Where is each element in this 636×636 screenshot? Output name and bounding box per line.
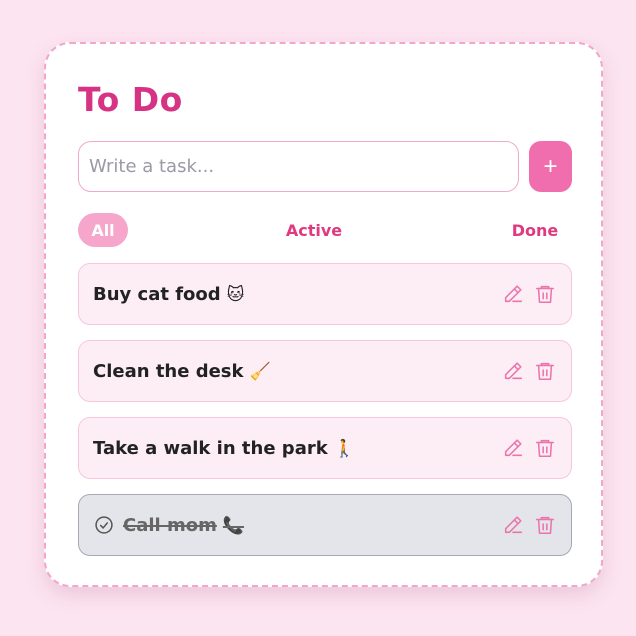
filter-all[interactable]: All: [78, 213, 128, 247]
todo-card: To Do + All Active Done Buy cat food🐱 Cl…: [44, 42, 603, 587]
trash-icon[interactable]: [533, 436, 557, 460]
task-item: Take a walk in the park 🚶: [78, 417, 572, 479]
task-text: Clean the desk 🧹: [93, 360, 271, 382]
add-task-button[interactable]: +: [529, 141, 572, 192]
task-item-completed: Call mom 📞: [78, 494, 572, 556]
task-text: Take a walk in the park 🚶: [93, 437, 355, 459]
task-text: Call mom 📞: [123, 514, 245, 536]
check-circle-icon[interactable]: [93, 514, 115, 536]
broom-emoji: 🧹: [249, 361, 271, 382]
trash-icon[interactable]: [533, 359, 557, 383]
task-item: Clean the desk 🧹: [78, 340, 572, 402]
trash-icon[interactable]: [533, 282, 557, 306]
pencil-icon[interactable]: [501, 436, 525, 460]
pencil-icon[interactable]: [501, 513, 525, 537]
task-item: Buy cat food 🐱: [78, 263, 572, 325]
pencil-icon[interactable]: [501, 359, 525, 383]
filter-done[interactable]: Done: [506, 213, 564, 247]
page-title: To Do: [78, 80, 183, 119]
trash-icon[interactable]: [533, 513, 557, 537]
plus-icon: +: [543, 152, 558, 180]
pencil-icon[interactable]: [501, 282, 525, 306]
task-input[interactable]: [78, 141, 519, 192]
filter-active[interactable]: Active: [282, 213, 346, 247]
walking-emoji: 🚶: [333, 438, 355, 459]
phone-emoji: 📞: [222, 515, 245, 536]
cat-emoji: 🐱: [226, 284, 245, 305]
task-text: Buy cat food 🐱: [93, 283, 245, 305]
